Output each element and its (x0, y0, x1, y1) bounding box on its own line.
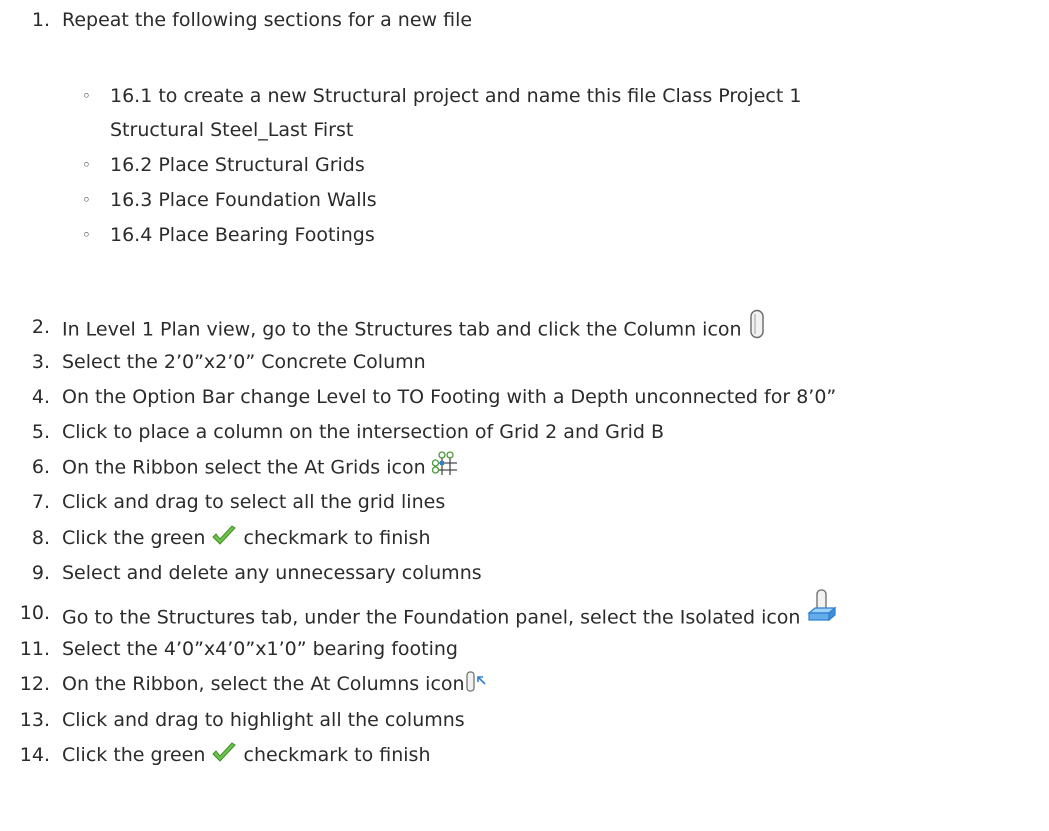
sub-item-1: ◦ 16.1 to create a new Structural projec… (82, 84, 802, 108)
step-number: 4. (31, 386, 50, 408)
step-text: Click and drag to select all the grid li… (62, 491, 446, 513)
step-number: 7. (31, 491, 50, 513)
at-columns-icon (465, 670, 489, 693)
column-icon (748, 309, 766, 339)
sub-item-4: ◦ 16.4 Place Bearing Footings (82, 223, 375, 247)
step-text: On the Ribbon select the At Grids icon (62, 456, 426, 479)
step-text: Go to the Structures tab, under the Foun… (62, 606, 801, 629)
step-number: 10. (19, 602, 50, 624)
green-checkmark-icon (211, 524, 237, 547)
step-number: 12. (19, 673, 50, 695)
step-number: 5. (31, 421, 50, 443)
step-13: 13. Click and drag to highlight all the … (20, 708, 465, 732)
step-8: 8. Click the green checkmark to finish (32, 524, 431, 550)
step-number: 8. (31, 527, 50, 549)
step-number: 6. (31, 456, 50, 478)
step-4: 4. On the Option Bar change Level to TO … (32, 385, 837, 409)
step-number: 13. (19, 709, 50, 731)
step-number: 3. (31, 351, 50, 373)
sub-item-text: Structural Steel_Last First (110, 119, 354, 141)
step-text: Select and delete any unnecessary column… (62, 562, 482, 584)
at-grids-icon (431, 451, 458, 477)
step-6: 6. On the Ribbon select the At Grids ico… (32, 451, 458, 479)
step-number: 1. (31, 9, 50, 31)
step-number: 9. (31, 562, 50, 584)
step-7: 7. Click and drag to select all the grid… (32, 490, 446, 514)
isolated-footing-icon (806, 589, 837, 623)
step-3: 3. Select the 2’0”x2’0” Concrete Column (32, 350, 426, 374)
step-9: 9. Select and delete any unnecessary col… (32, 561, 482, 585)
bullet: ◦ (82, 87, 91, 105)
step-text: Select the 2’0”x2’0” Concrete Column (62, 351, 426, 373)
step-text: In Level 1 Plan view, go to the Structur… (62, 318, 742, 341)
sub-item-1-continued: Structural Steel_Last First (110, 118, 353, 142)
step-text: Click to place a column on the intersect… (62, 421, 665, 443)
bullet: ◦ (82, 226, 91, 244)
green-checkmark-icon (211, 741, 237, 764)
step-text: Repeat the following sections for a new … (62, 9, 473, 31)
step-text-before: Click the green (62, 527, 206, 549)
sub-item-2: ◦ 16.2 Place Structural Grids (82, 153, 365, 177)
sub-item-text: 16.4 Place Bearing Footings (110, 224, 375, 246)
step-text-after: checkmark to finish (243, 744, 431, 766)
step-text-after: checkmark to finish (243, 527, 431, 549)
step-1: 1. Repeat the following sections for a n… (32, 8, 473, 32)
bullet: ◦ (82, 156, 91, 174)
bullet: ◦ (82, 191, 91, 209)
step-text-before: Click the green (62, 744, 206, 766)
step-number: 11. (19, 638, 50, 660)
step-12: 12. On the Ribbon, select the At Columns… (20, 670, 489, 696)
step-5: 5. Click to place a column on the inters… (32, 420, 665, 444)
step-text: On the Option Bar change Level to TO Foo… (62, 386, 837, 408)
step-14: 14. Click the green checkmark to finish (20, 741, 431, 767)
step-number: 2. (31, 316, 50, 338)
step-11: 11. Select the 4’0”x4’0”x1’0” bearing fo… (20, 637, 458, 661)
sub-item-text: 16.3 Place Foundation Walls (110, 189, 377, 211)
sub-item-text: 16.1 to create a new Structural project … (110, 85, 802, 107)
step-text: On the Ribbon, select the At Columns ico… (62, 673, 465, 695)
step-2: 2. In Level 1 Plan view, go to the Struc… (32, 309, 766, 341)
sub-item-3: ◦ 16.3 Place Foundation Walls (82, 188, 377, 212)
step-text: Select the 4’0”x4’0”x1’0” bearing footin… (62, 638, 458, 660)
step-10: 10. Go to the Structures tab, under the … (20, 589, 837, 629)
step-text: Click and drag to highlight all the colu… (62, 709, 465, 731)
sub-item-text: 16.2 Place Structural Grids (110, 154, 365, 176)
step-number: 14. (19, 744, 50, 766)
